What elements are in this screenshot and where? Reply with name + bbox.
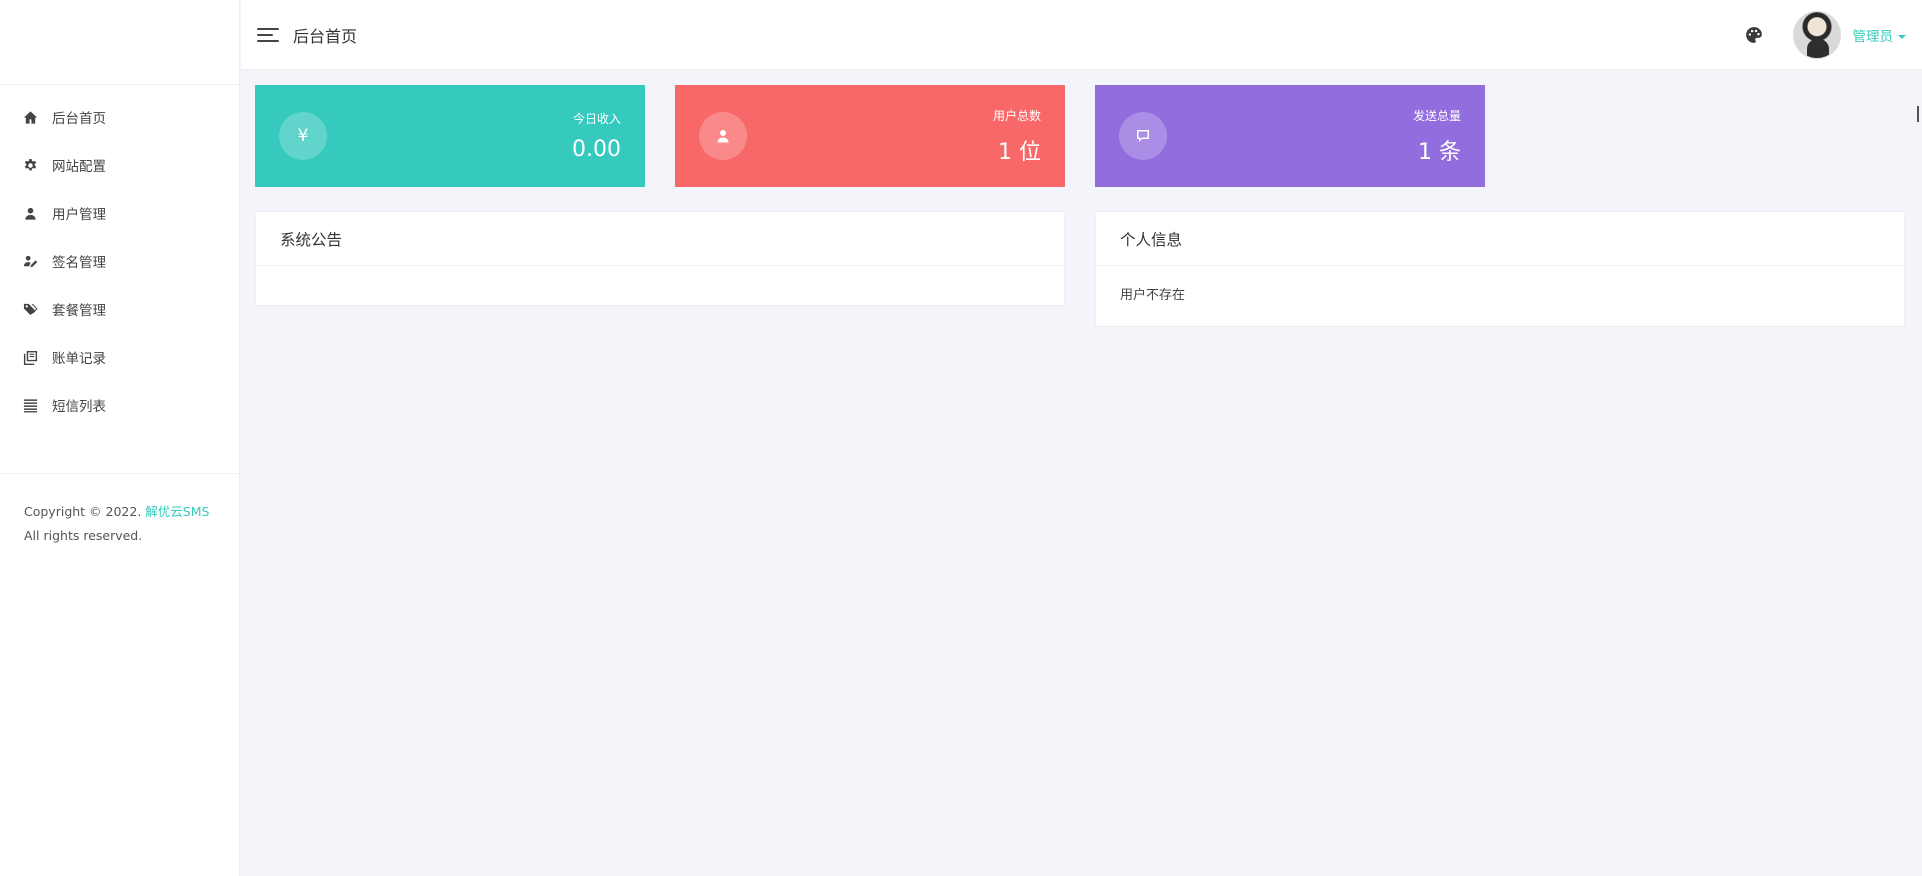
- stat-label: 今日收入: [572, 112, 621, 126]
- panel-body: 用户不存在: [1120, 288, 1186, 303]
- sidebar-item-label: 签名管理: [52, 255, 106, 271]
- stat-label: 发送总量: [1412, 108, 1461, 123]
- sidebar-menu: 后台首页 网站配置 用户管理 签名管理 套餐管理 账单记录 短信列表: [0, 85, 239, 429]
- panel-title: 系统公告: [256, 212, 1064, 266]
- message-icon: [1119, 112, 1167, 160]
- sidebar-item-label: 网站配置: [52, 159, 106, 175]
- copyright-text: Copyright © 2022.: [24, 504, 142, 519]
- topbar-right: 管理员: [1745, 10, 1922, 59]
- caret-down-icon: [1898, 34, 1906, 39]
- user-menu[interactable]: 管理员: [1852, 25, 1906, 45]
- tags-icon: [22, 301, 38, 317]
- sidebar-item-site-config[interactable]: 网站配置: [0, 141, 239, 189]
- stat-card-income: ¥ 今日收入 0.00: [255, 85, 645, 187]
- gear-icon: [22, 157, 38, 173]
- stat-value: 1 位: [998, 139, 1041, 165]
- user-icon: [22, 205, 38, 221]
- user-icon: [699, 112, 747, 160]
- stat-value: 1 条: [1418, 139, 1461, 165]
- sidebar-item-signatures[interactable]: 签名管理: [0, 237, 239, 285]
- sidebar-item-dashboard[interactable]: 后台首页: [0, 93, 239, 141]
- logo-area: [0, 0, 239, 85]
- sidebar-item-packages[interactable]: 套餐管理: [0, 285, 239, 333]
- avatar[interactable]: [1792, 10, 1841, 59]
- panel-body: [256, 266, 1064, 302]
- sidebar-item-label: 账单记录: [52, 351, 106, 367]
- ledger-icon: [22, 349, 38, 365]
- home-icon: [22, 109, 38, 125]
- list-icon: [22, 397, 38, 413]
- stat-label: 用户总数: [992, 108, 1041, 123]
- signature-icon: [22, 253, 38, 269]
- topbar: 后台首页 管理员: [241, 0, 1922, 70]
- brand-link[interactable]: 解优云SMS: [145, 504, 209, 519]
- rights-text: All rights reserved.: [24, 528, 143, 543]
- yen-icon: ¥: [279, 112, 327, 160]
- sidebar-item-label: 后台首页: [52, 111, 106, 127]
- sidebar: 后台首页 网站配置 用户管理 签名管理 套餐管理 账单记录 短信列表 Copyr…: [0, 0, 240, 876]
- user-name: 管理员: [1852, 28, 1894, 45]
- sidebar-item-label: 套餐管理: [52, 303, 106, 319]
- copyright: Copyright © 2022. 解优云SMS All rights rese…: [0, 474, 239, 548]
- stat-card-users: 用户总数 1 位: [675, 85, 1065, 187]
- page-title: 后台首页: [293, 26, 358, 46]
- sidebar-item-users[interactable]: 用户管理: [0, 189, 239, 237]
- panel-title: 个人信息: [1096, 212, 1904, 266]
- notice-panel: 系统公告: [255, 211, 1065, 306]
- palette-icon[interactable]: [1745, 26, 1763, 44]
- menu-toggle-icon[interactable]: [257, 27, 279, 43]
- profile-panel: 个人信息 用户不存在: [1095, 211, 1905, 327]
- sidebar-item-sms-list[interactable]: 短信列表: [0, 381, 239, 429]
- stat-card-sent: 发送总量 1 条: [1095, 85, 1485, 187]
- sidebar-item-bills[interactable]: 账单记录: [0, 333, 239, 381]
- sidebar-item-label: 用户管理: [52, 207, 106, 223]
- sidebar-item-label: 短信列表: [52, 399, 106, 415]
- stat-value: 0.00: [572, 137, 621, 162]
- scrollbar[interactable]: [1917, 106, 1919, 122]
